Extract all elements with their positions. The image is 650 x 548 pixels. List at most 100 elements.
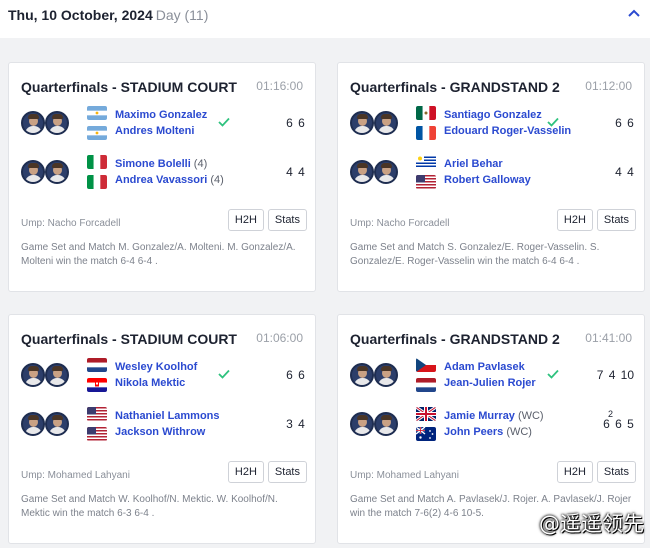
chevron-up-icon[interactable] xyxy=(626,6,642,22)
day-number: Day (11) xyxy=(155,7,209,23)
set-score: 62 xyxy=(603,409,613,431)
team-row: Adam Pavlasek Jean-Julien Rojer 7 4 10 xyxy=(350,357,634,393)
player-names: Nathaniel Lammons Jackson Withrow xyxy=(115,408,220,440)
umpire-label: Ump: Nacho Forcadell xyxy=(21,218,121,229)
player-name-link[interactable]: Nikola Mektic xyxy=(115,377,185,389)
player-avatar[interactable] xyxy=(374,160,398,184)
player-avatar[interactable] xyxy=(45,363,69,387)
player-avatar[interactable] xyxy=(350,363,374,387)
team-row: Maximo Gonzalez Andres Molteni 6 6 xyxy=(21,105,305,141)
player-name-link[interactable]: Andres Molteni xyxy=(115,125,194,137)
umpire-label: Ump: Mohamed Lahyani xyxy=(350,470,459,481)
round-court-title: Quarterfinals - STADIUM COURT xyxy=(21,331,237,347)
player-seed: (4) xyxy=(193,158,208,170)
team-avatars xyxy=(21,111,73,137)
winner-check-icon xyxy=(547,117,559,127)
date-title: Thu, 10 October, 2024 Day (11) xyxy=(8,7,208,23)
match-actions: H2H Stats xyxy=(224,209,307,231)
team-flags xyxy=(416,406,436,442)
match-duration: 01:16:00 xyxy=(256,79,303,93)
player-avatar[interactable] xyxy=(350,412,374,436)
set-score: 6 xyxy=(298,116,305,130)
h2h-button[interactable]: H2H xyxy=(227,209,264,231)
flag-argentina-icon xyxy=(87,106,107,120)
flag-uk-icon xyxy=(416,407,436,421)
set-score: 6 xyxy=(286,116,293,130)
flag-italy-icon xyxy=(87,175,107,189)
stats-button[interactable]: Stats xyxy=(267,461,307,483)
set-score: 4 xyxy=(615,165,622,179)
flag-czech-icon xyxy=(416,358,436,372)
set-score: 6 xyxy=(615,417,622,431)
player-avatar[interactable] xyxy=(45,412,69,436)
team-flags xyxy=(87,105,107,141)
team-row: Ariel Behar Robert Galloway 4 4 xyxy=(350,154,634,190)
player-name-link[interactable]: Jean-Julien Rojer xyxy=(444,377,536,389)
player-name-link[interactable]: Simone Bolelli xyxy=(115,158,191,170)
set-score: 6 xyxy=(286,368,293,382)
player-name-link[interactable]: John Peers xyxy=(444,426,503,438)
player-name-link[interactable]: Ariel Behar xyxy=(444,158,503,170)
player-avatar[interactable] xyxy=(45,160,69,184)
flag-netherlands-icon xyxy=(416,378,436,392)
flag-france-icon xyxy=(416,126,436,140)
player-avatar[interactable] xyxy=(350,160,374,184)
h2h-button[interactable]: H2H xyxy=(556,461,593,483)
match-actions: H2H Stats xyxy=(553,209,636,231)
player-avatar[interactable] xyxy=(374,363,398,387)
player-avatar[interactable] xyxy=(21,363,45,387)
team-row: Nathaniel Lammons Jackson Withrow 3 4 xyxy=(21,406,305,442)
set-scores: 66 xyxy=(281,368,305,382)
winner-check-icon xyxy=(218,117,230,127)
match-duration: 01:41:00 xyxy=(585,331,632,345)
winner-check-icon xyxy=(218,369,230,379)
player-name-link[interactable]: Jackson Withrow xyxy=(115,426,205,438)
set-scores: 44 xyxy=(281,165,305,179)
player-avatar[interactable] xyxy=(21,111,45,135)
player-name-link[interactable]: Jamie Murray xyxy=(444,410,515,422)
match-card[interactable]: Quarterfinals - GRANDSTAND 2 01:12:00 Sant… xyxy=(337,62,645,292)
set-score: 5 xyxy=(627,417,634,431)
h2h-button[interactable]: H2H xyxy=(556,209,593,231)
set-scores: 34 xyxy=(281,417,305,431)
player-avatar[interactable] xyxy=(374,111,398,135)
team-row: Santiago Gonzalez Edouard Roger-Vasselin 6… xyxy=(350,105,634,141)
h2h-button[interactable]: H2H xyxy=(227,461,264,483)
flag-netherlands-icon xyxy=(87,358,107,372)
player-name-link[interactable]: Robert Galloway xyxy=(444,174,531,186)
match-card[interactable]: Quarterfinals - STADIUM COURT 01:06:00 Wes… xyxy=(8,314,316,544)
stats-button[interactable]: Stats xyxy=(596,209,636,231)
flag-usa-icon xyxy=(87,427,107,441)
team-avatars xyxy=(21,412,73,438)
stats-button[interactable]: Stats xyxy=(267,209,307,231)
player-avatar[interactable] xyxy=(21,412,45,436)
flag-croatia-icon xyxy=(87,378,107,392)
match-summary: Game Set and Match M. Gonzalez/A. Molten… xyxy=(21,242,296,267)
player-avatar[interactable] xyxy=(21,160,45,184)
watermark: @遥遥领先 xyxy=(539,512,644,536)
flag-uruguay-icon xyxy=(416,155,436,169)
set-score: 4 xyxy=(627,165,634,179)
round-court-title: Quarterfinals - GRANDSTAND 2 xyxy=(350,79,560,95)
player-name-link[interactable]: Maximo Gonzalez xyxy=(115,109,207,121)
match-duration: 01:12:00 xyxy=(585,79,632,93)
flag-italy-icon xyxy=(87,155,107,169)
player-avatar[interactable] xyxy=(374,412,398,436)
player-name-link[interactable]: Nathaniel Lammons xyxy=(115,410,220,422)
player-avatar[interactable] xyxy=(45,111,69,135)
tiebreak-score: 2 xyxy=(607,409,613,419)
team-avatars xyxy=(21,160,73,186)
set-score: 4 xyxy=(286,165,293,179)
match-card[interactable]: Quarterfinals - STADIUM COURT 01:16:00 Max… xyxy=(8,62,316,292)
stats-button[interactable]: Stats xyxy=(596,461,636,483)
set-scores: 66 xyxy=(610,116,634,130)
team-avatars xyxy=(350,412,402,438)
player-avatar[interactable] xyxy=(350,111,374,135)
player-name-link[interactable]: Santiago Gonzalez xyxy=(444,109,542,121)
match-actions: H2H Stats xyxy=(224,461,307,483)
match-actions: H2H Stats xyxy=(553,461,636,483)
player-name-link[interactable]: Andrea Vavassori xyxy=(115,174,207,186)
player-name-link[interactable]: Adam Pavlasek xyxy=(444,361,525,373)
player-name-link[interactable]: Wesley Koolhof xyxy=(115,361,197,373)
set-score: 4 xyxy=(608,368,616,382)
